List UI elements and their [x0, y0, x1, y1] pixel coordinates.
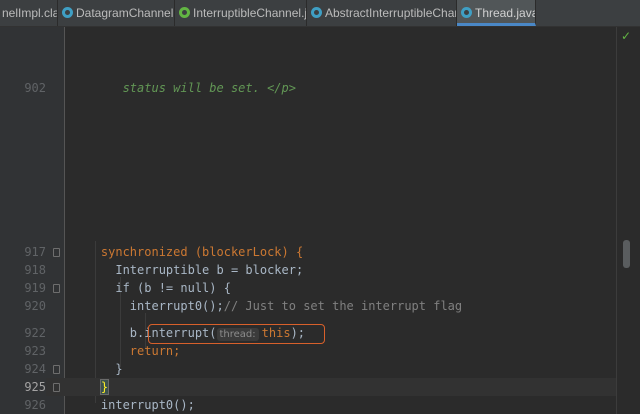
tab-label: Thread.java — [475, 6, 536, 20]
fold-marker-icon[interactable] — [53, 284, 60, 293]
line-code: Interruptible b = blocker; — [115, 263, 304, 277]
line-number: 918 — [24, 263, 46, 277]
line-code: interrupt0();// Just to set the interrup… — [129, 299, 463, 313]
code-line: 926 interrupt0(); — [0, 396, 616, 414]
tab-label: AbstractInterruptibleChannel.java — [325, 6, 456, 20]
tab-datagramchannel[interactable]: DatagramChannel.java× — [58, 0, 175, 26]
tab-nelimpl-class[interactable]: nelImpl.class — [0, 0, 58, 26]
editor-right-strip: ✓ — [616, 27, 640, 414]
class-icon — [311, 7, 322, 18]
tab-abstractinterruptiblechannel[interactable]: AbstractInterruptibleChannel.java× — [307, 0, 457, 26]
highlight-annotation-box — [148, 324, 325, 344]
line-number: 923 — [24, 344, 46, 358]
line-number: 902 — [24, 81, 46, 95]
current-code-line: 925 } — [0, 378, 616, 396]
tab-label: nelImpl.class — [2, 6, 57, 20]
line-code: } — [99, 379, 110, 395]
line-code: interrupt0(); — [100, 398, 195, 412]
vertical-scrollbar-thumb[interactable] — [623, 240, 630, 268]
line-code: if (b != null) { — [115, 281, 231, 295]
interface-icon — [179, 7, 190, 18]
tab-label: DatagramChannel.java — [76, 6, 174, 20]
tab-thread[interactable]: Thread.java× — [457, 0, 536, 26]
code-line: 917 synchronized (blockerLock) { — [0, 243, 616, 261]
line-number: 925 — [0, 378, 46, 396]
tab-label: InterruptibleChannel.java — [193, 6, 307, 20]
line-number: 919 — [24, 281, 46, 295]
line-code: status will be set. </p> — [122, 81, 296, 95]
class-icon — [62, 7, 73, 18]
fold-marker-icon[interactable] — [53, 383, 60, 392]
fold-marker-icon[interactable] — [53, 365, 60, 374]
tab-interruptiblechannel[interactable]: InterruptibleChannel.java× — [175, 0, 307, 26]
line-code: return; — [129, 344, 181, 358]
line-code: } — [115, 362, 123, 376]
line-number: 920 — [24, 299, 46, 313]
editor-tab-bar: nelImpl.class DatagramChannel.java× Inte… — [0, 0, 640, 27]
inspection-ok-icon[interactable]: ✓ — [621, 29, 631, 43]
class-icon — [461, 7, 472, 18]
fold-marker-icon[interactable] — [53, 248, 60, 257]
code-line: 902 status will be set. </p> — [0, 79, 616, 97]
code-line: 924 } — [0, 360, 616, 378]
code-line: 919 if (b != null) { — [0, 279, 616, 297]
code-line: 918 Interruptible b = blocker; — [0, 261, 616, 279]
line-code: synchronized (blockerLock) { — [100, 245, 304, 259]
line-number: 924 — [24, 362, 46, 376]
code-line: 920 interrupt0();// Just to set the inte… — [0, 297, 616, 315]
line-number: 926 — [24, 398, 46, 412]
line-number: 917 — [24, 245, 46, 259]
line-number: 922 — [24, 326, 46, 340]
code-line: 923 return; — [0, 342, 616, 360]
code-editor[interactable]: 902 status will be set. </p> 917 synchro… — [0, 27, 616, 414]
